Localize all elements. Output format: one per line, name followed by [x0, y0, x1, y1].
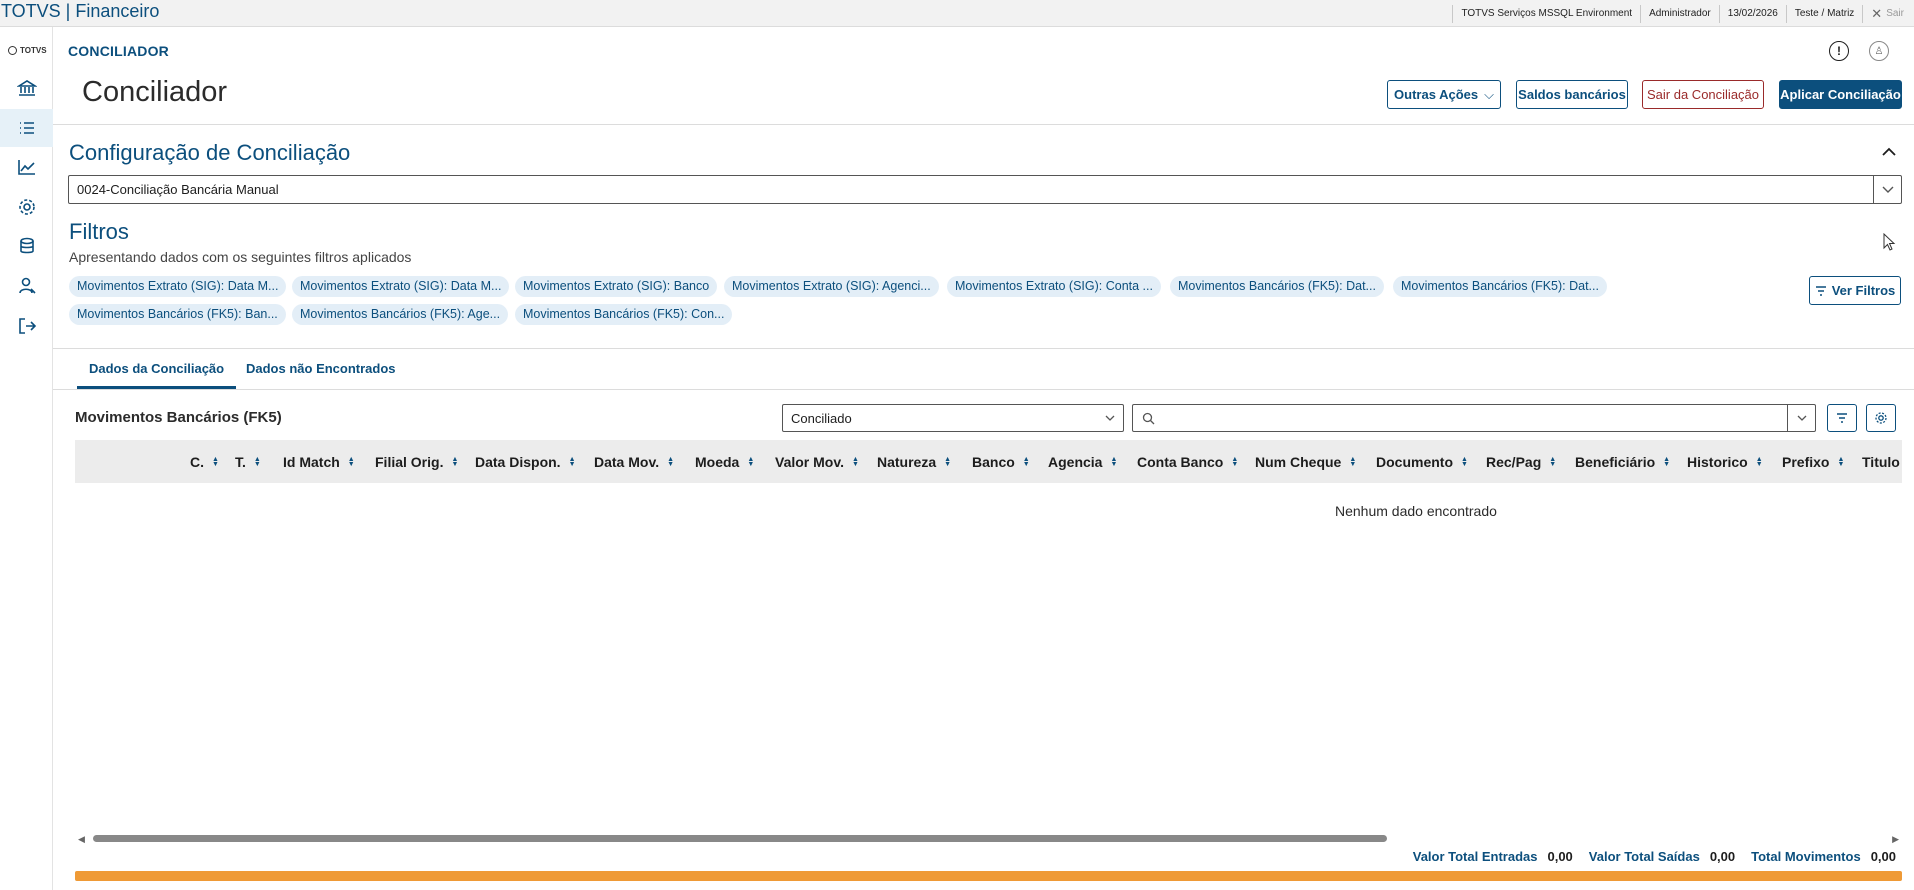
column-header[interactable]: Titulo	[1862, 440, 1900, 483]
mouse-cursor-icon	[1883, 233, 1896, 251]
filter-chip[interactable]: Movimentos Extrato (SIG): Data M...	[292, 276, 510, 297]
user-label[interactable]: Administrador	[1640, 5, 1719, 23]
environment-label[interactable]: TOTVS Serviços MSSQL Environment	[1452, 5, 1640, 23]
column-header[interactable]: T. ▲ ▼	[235, 440, 261, 483]
saidas-value: 0,00	[1709, 849, 1736, 864]
scrollbar-thumb[interactable]	[93, 835, 1387, 842]
logout-label: Sair	[1886, 8, 1904, 19]
movimentos-value: 0,00	[1870, 849, 1896, 864]
chevron-up-icon[interactable]	[1880, 143, 1898, 161]
column-header[interactable]: Historico ▲ ▼	[1687, 440, 1763, 483]
movimentos-label: Total Movimentos	[1751, 849, 1861, 864]
tabs-divider	[53, 389, 1914, 390]
top-bar: TOTVS | Financeiro TOTVS Serviços MSSQL …	[0, 0, 1914, 27]
breadcrumb[interactable]: CONCILIADOR	[68, 43, 169, 59]
header-divider	[53, 124, 1914, 125]
logout-button[interactable]: ✕ Sair	[1862, 5, 1914, 23]
filter-chip[interactable]: Movimentos Extrato (SIG): Agenci...	[724, 276, 939, 297]
column-header[interactable]: Data Mov. ▲ ▼	[594, 440, 674, 483]
chevron-down-icon	[1105, 415, 1115, 421]
column-header[interactable]: Conta Banco ▲ ▼	[1137, 440, 1238, 483]
entradas-label: Valor Total Entradas	[1412, 849, 1538, 864]
column-header[interactable]: Banco ▲ ▼	[972, 440, 1030, 483]
column-header[interactable]: Natureza ▲ ▼	[877, 440, 951, 483]
entradas-value: 0,00	[1547, 849, 1573, 864]
filter-icon	[1815, 285, 1826, 296]
tab-dados-conciliacao[interactable]: Dados da Conciliação	[77, 361, 237, 389]
totals-bar: Valor Total Entradas 0,00 Valor Total Sa…	[1413, 849, 1896, 864]
grid-title: Movimentos Bancários (FK5)	[75, 409, 282, 426]
empty-message: Nenhum dado encontrado	[1335, 503, 1497, 519]
table-header: C. ▲ ▼ T. ▲ ▼ Id Match ▲ ▼ Filial Orig. ▲ ▼ Data…	[75, 440, 1902, 483]
column-header[interactable]: Id Match ▲ ▼	[283, 440, 355, 483]
scroll-left-icon[interactable]: ◀	[78, 834, 85, 845]
column-header[interactable]: C. ▲ ▼	[190, 440, 219, 483]
outras-acoes-button[interactable]: Outras Ações ⌵	[1387, 80, 1501, 109]
scroll-right-icon[interactable]: ▶	[1892, 834, 1899, 845]
info-icon[interactable]: !	[1829, 41, 1849, 61]
chevron-down-icon[interactable]	[1787, 405, 1815, 431]
chevron-down-icon[interactable]	[1873, 176, 1901, 203]
filter-chip[interactable]: Movimentos Extrato (SIG): Banco	[515, 276, 718, 297]
date-label[interactable]: 13/02/2026	[1718, 5, 1786, 23]
filter-chip[interactable]: Movimentos Bancários (FK5): Ban...	[69, 304, 286, 325]
filters-subtitle: Apresentando dados com os seguintes filt…	[69, 249, 412, 265]
gear-icon[interactable]	[0, 188, 53, 226]
filter-chip[interactable]: Movimentos Extrato (SIG): Data M...	[69, 276, 287, 297]
saidas-label: Valor Total Saídas	[1588, 849, 1700, 864]
config-select-value: 0024-Conciliação Bancária Manual	[77, 182, 279, 197]
app-root: { "topbar": { "title": "TOTVS | Financei…	[0, 0, 1914, 890]
ver-filtros-button[interactable]: Ver Filtros	[1809, 276, 1901, 305]
tab-dados-nao-encontrados[interactable]: Dados não Encontrados	[246, 361, 396, 389]
column-header[interactable]: Agencia ▲ ▼	[1048, 440, 1117, 483]
column-header[interactable]: Beneficiário ▲ ▼	[1575, 440, 1670, 483]
filter-chip[interactable]: Movimentos Bancários (FK5): Dat...	[1393, 276, 1607, 297]
filter-chip[interactable]: Movimentos Bancários (FK5): Age...	[292, 304, 509, 325]
progress-fill	[75, 871, 1902, 881]
company-label[interactable]: Teste / Matriz	[1785, 5, 1862, 23]
search-icon	[1142, 412, 1155, 425]
app-title: TOTVS | Financeiro	[1, 1, 160, 21]
list-icon[interactable]	[0, 109, 53, 147]
gear-icon[interactable]	[1866, 404, 1896, 432]
filter-icon[interactable]	[1827, 404, 1857, 432]
column-header[interactable]: Documento ▲ ▼	[1376, 440, 1468, 483]
filter-chip[interactable]: Movimentos Bancários (FK5): Dat...	[1170, 276, 1384, 297]
bank-icon[interactable]	[0, 69, 53, 107]
filters-title: Filtros	[69, 219, 129, 244]
user-settings-icon[interactable]	[0, 267, 53, 305]
sair-conciliacao-button[interactable]: Sair da Conciliação	[1642, 80, 1764, 109]
filters-divider	[53, 348, 1914, 349]
user-icon[interactable]: ♙	[1869, 41, 1889, 61]
column-header[interactable]: Moeda ▲ ▼	[695, 440, 754, 483]
page-title: Conciliador	[82, 76, 228, 108]
chart-line-icon[interactable]	[0, 148, 53, 186]
column-header[interactable]: Rec/Pag ▲ ▼	[1486, 440, 1556, 483]
database-icon[interactable]	[0, 227, 53, 265]
status-select[interactable]: Conciliado	[782, 404, 1124, 432]
column-header[interactable]: Valor Mov. ▲ ▼	[775, 440, 859, 483]
search-input[interactable]	[1132, 404, 1816, 432]
exit-icon[interactable]	[0, 307, 53, 345]
totvs-logo: TOTVS	[8, 46, 47, 55]
filter-chip[interactable]: Movimentos Extrato (SIG): Conta ...	[947, 276, 1161, 297]
aplicar-conciliacao-button[interactable]: Aplicar Conciliação	[1779, 80, 1902, 109]
config-select[interactable]: 0024-Conciliação Bancária Manual	[68, 175, 1902, 204]
chevron-down-icon: ⌵	[1484, 86, 1494, 102]
sidebar: TOTVS ›	[0, 27, 53, 890]
column-header[interactable]: Prefixo ▲ ▼	[1782, 440, 1844, 483]
filter-chip[interactable]: Movimentos Bancários (FK5): Con...	[515, 304, 733, 325]
top-info: TOTVS Serviços MSSQL Environment Adminis…	[1452, 4, 1914, 24]
close-icon: ✕	[1871, 6, 1883, 21]
horizontal-scrollbar[interactable]: ◀ ▶	[75, 832, 1902, 844]
saldos-bancarios-button[interactable]: Saldos bancários	[1516, 80, 1628, 109]
column-header[interactable]: Num Cheque ▲ ▼	[1255, 440, 1356, 483]
progress-bar	[75, 871, 1902, 881]
column-header[interactable]: Data Dispon. ▲ ▼	[475, 440, 576, 483]
config-title: Configuração de Conciliação	[69, 140, 351, 165]
column-header[interactable]: Filial Orig. ▲ ▼	[375, 440, 458, 483]
